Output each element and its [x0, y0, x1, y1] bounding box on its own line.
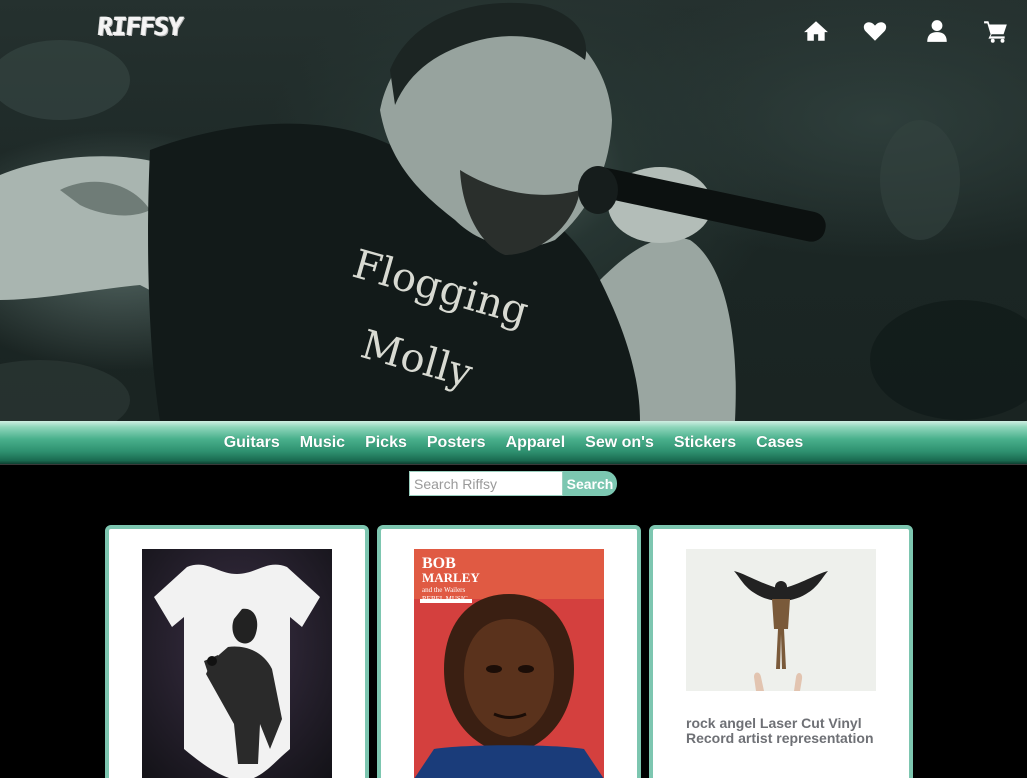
product-title[interactable]: rock angel Laser Cut Vinyl Record artist… — [686, 716, 886, 746]
site-logo[interactable]: RIFFSY — [96, 12, 183, 41]
product-card[interactable]: rock angel Laser Cut Vinyl Record artist… — [649, 525, 913, 778]
user-icon[interactable] — [924, 18, 950, 44]
search-button[interactable]: Search — [563, 471, 617, 496]
heart-icon[interactable] — [862, 18, 888, 44]
product-card[interactable] — [105, 525, 369, 778]
album-title-line4: REBEL MUSIC — [422, 595, 468, 603]
nav-item-guitars[interactable]: Guitars — [224, 434, 280, 452]
product-card[interactable]: BOB MARLEY and the Wailers REBEL MUSIC — [377, 525, 641, 778]
album-title-line2: MARLEY — [422, 570, 480, 585]
home-icon[interactable] — [803, 18, 829, 44]
product-image[interactable]: BOB MARLEY and the Wailers REBEL MUSIC — [414, 549, 604, 778]
page: Flogging Molly RIFFSY Guitars Music Pick… — [0, 0, 1027, 778]
cart-icon[interactable] — [983, 18, 1009, 44]
product-image[interactable] — [686, 549, 876, 691]
nav-item-posters[interactable]: Posters — [427, 434, 486, 452]
search-bar: Search — [409, 471, 617, 496]
hero-photo: Flogging Molly — [0, 2, 1027, 421]
nav-item-picks[interactable]: Picks — [365, 434, 407, 452]
nav-item-sew-ons[interactable]: Sew on's — [585, 434, 654, 452]
hero-banner: Flogging Molly RIFFSY — [0, 0, 1027, 421]
album-title-line3: and the Wailers — [422, 586, 466, 594]
nav-item-cases[interactable]: Cases — [756, 434, 803, 452]
nav-item-apparel[interactable]: Apparel — [506, 434, 566, 452]
product-image[interactable] — [142, 549, 332, 778]
category-nav: Guitars Music Picks Posters Apparel Sew … — [0, 421, 1027, 465]
nav-item-stickers[interactable]: Stickers — [674, 434, 736, 452]
search-input[interactable] — [409, 471, 563, 496]
nav-item-music[interactable]: Music — [300, 434, 345, 452]
